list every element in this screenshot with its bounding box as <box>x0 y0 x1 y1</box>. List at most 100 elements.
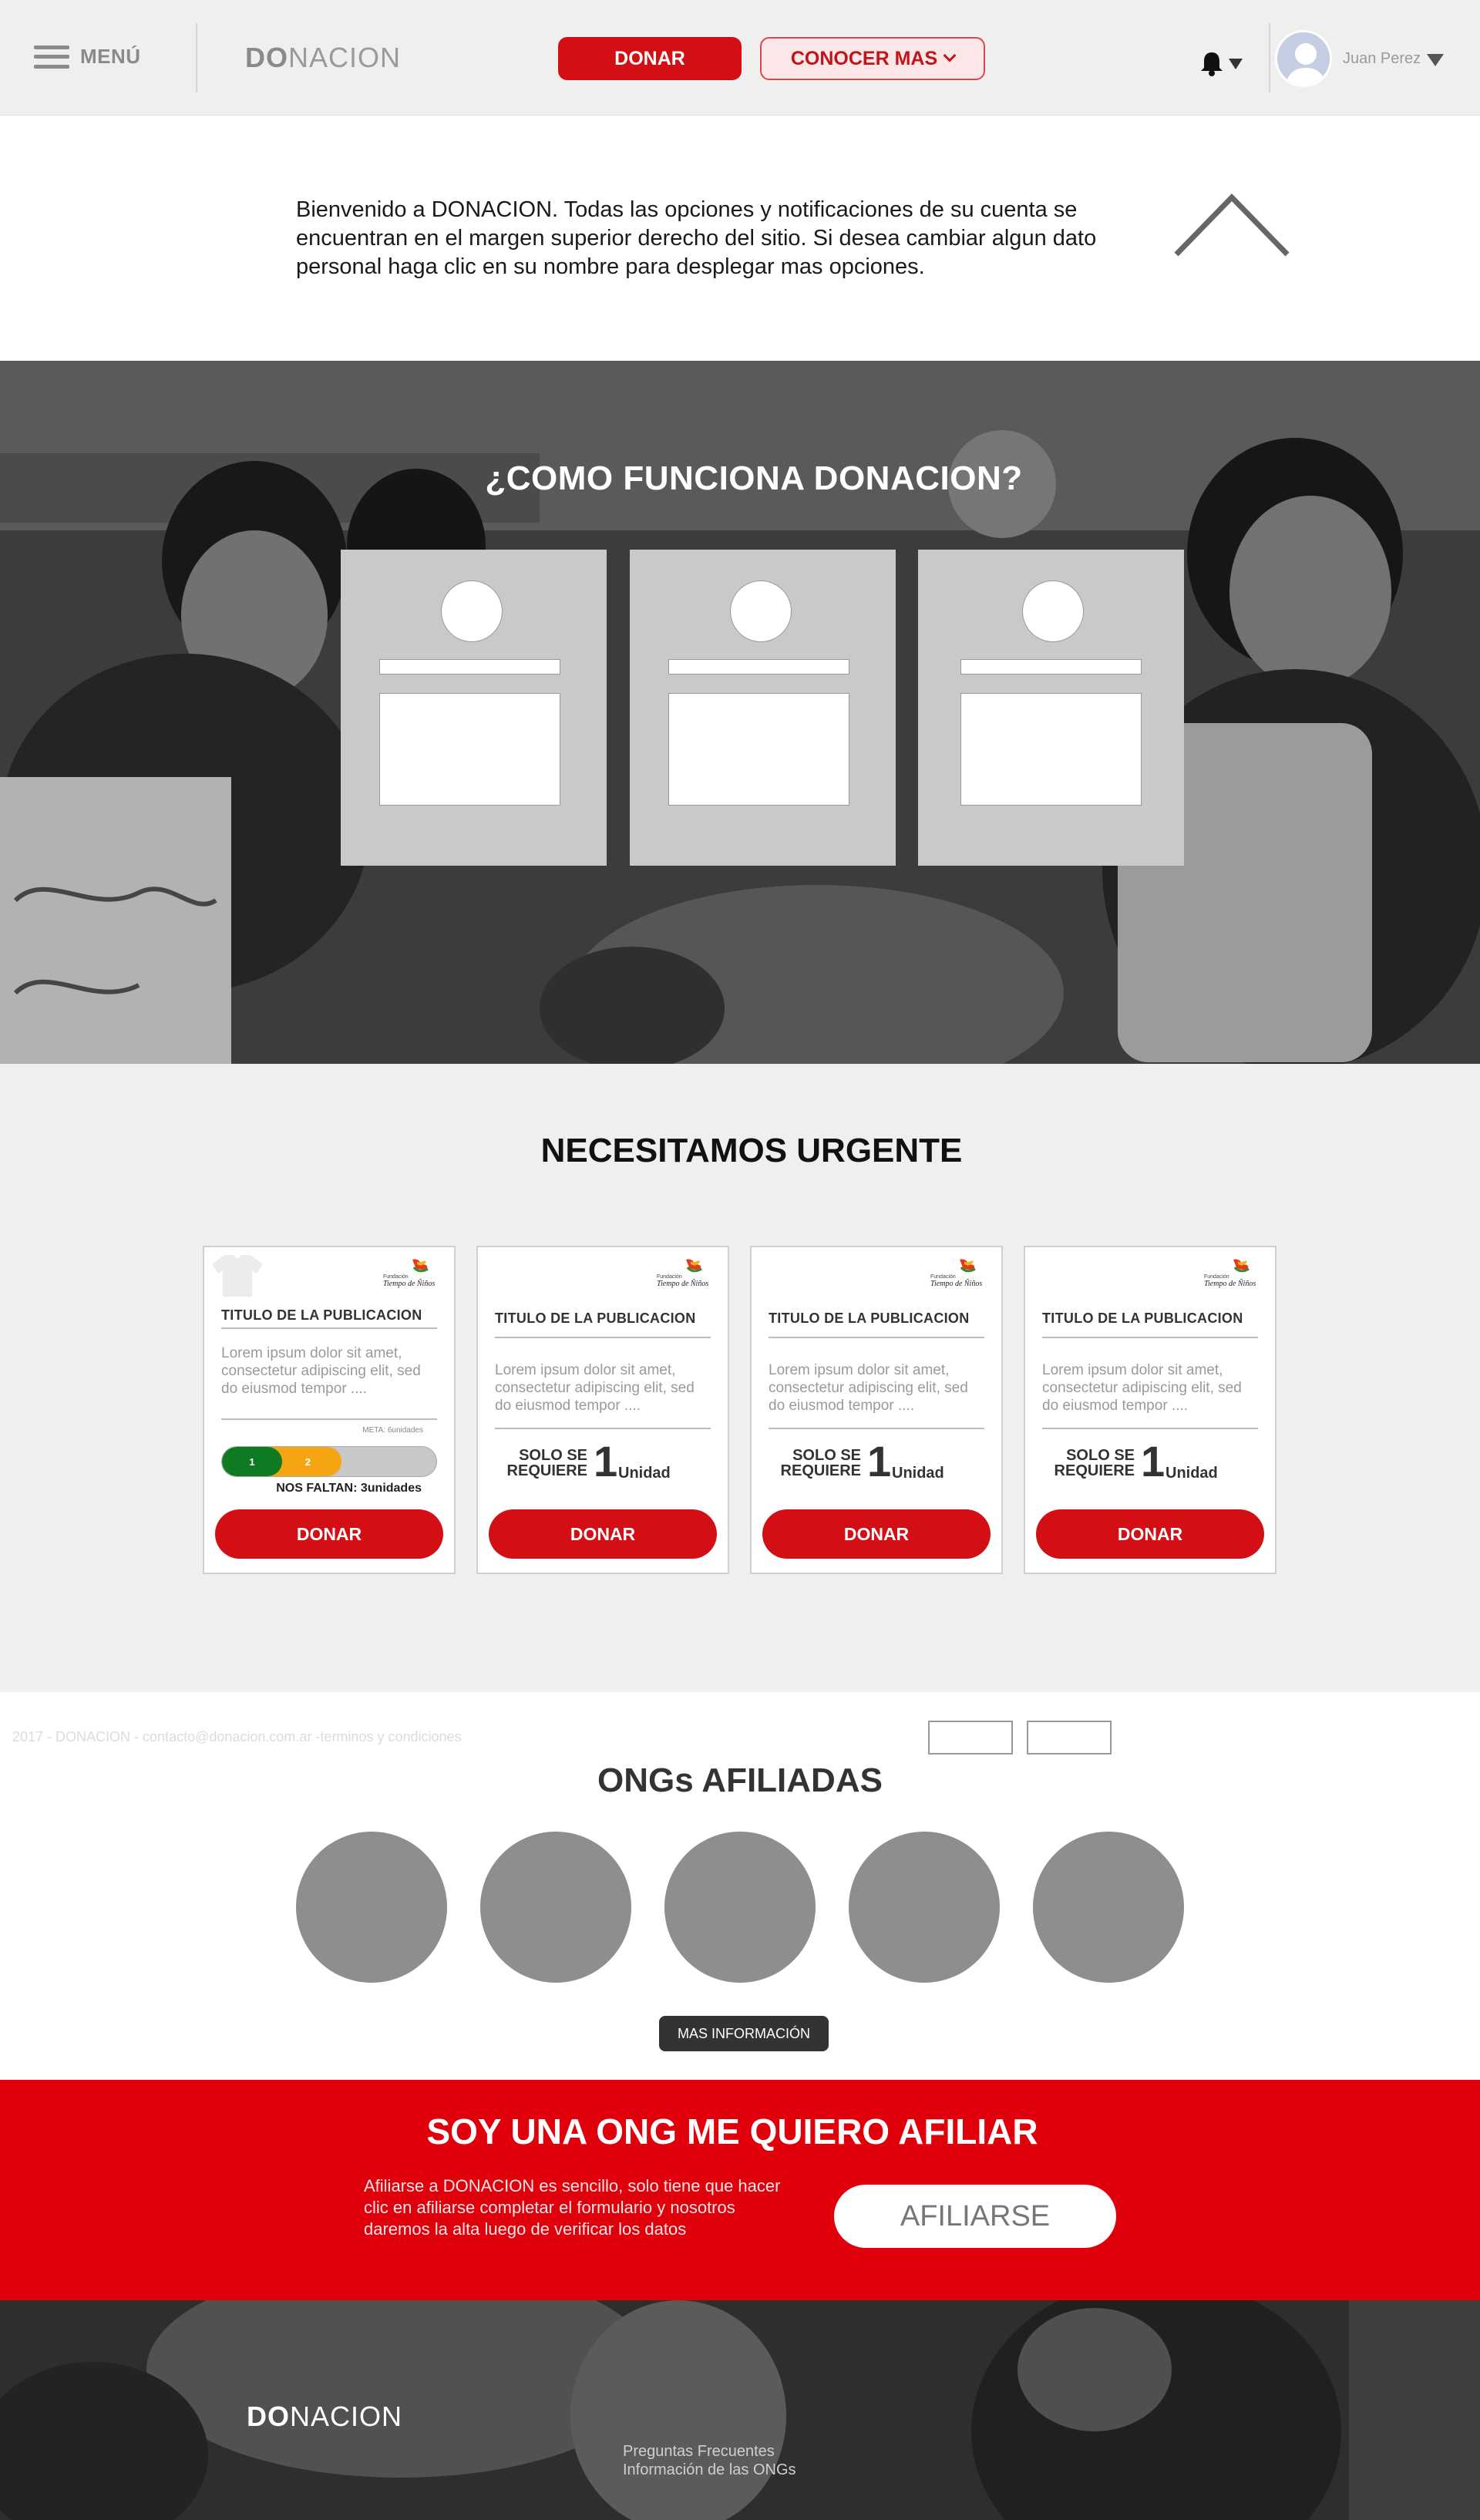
required-unit: Unidad <box>1166 1465 1218 1482</box>
divider <box>196 23 197 93</box>
donar-button[interactable]: DONAR <box>215 1509 443 1559</box>
goal-label: META: 6unidades <box>362 1426 423 1435</box>
placeholder-box <box>928 1721 1013 1755</box>
footer: DONACION Preguntas Frecuentes Informació… <box>0 2300 1480 2520</box>
svg-text:Tiempo de Ñiños: Tiempo de Ñiños <box>657 1279 708 1288</box>
footer-logo[interactable]: DONACION <box>247 2401 402 2433</box>
ong-logo-placeholder[interactable] <box>1033 1832 1184 1983</box>
top-navbar: MENÚ DONACION DONAR CONOCER MAS Juan Per… <box>0 0 1480 116</box>
ong-info-link[interactable]: Información de las ONGs <box>623 2461 796 2479</box>
publication-card: Fundación Tiempo de Ñiños TITULO DE LA P… <box>476 1246 729 1574</box>
remaining-units: NOS FALTAN: 3unidades <box>276 1482 422 1495</box>
required-label: SOLO SE REQUIERE <box>1054 1447 1135 1479</box>
notifications-button[interactable] <box>1199 49 1246 77</box>
step-title-placeholder <box>668 659 849 675</box>
donar-button[interactable]: DONAR <box>489 1509 717 1559</box>
step-card <box>630 550 896 866</box>
step-card <box>341 550 607 866</box>
svg-text:Tiempo de Ñiños: Tiempo de Ñiños <box>1204 1279 1256 1288</box>
user-avatar-icon <box>1277 32 1330 85</box>
step-icon-placeholder <box>441 580 503 642</box>
step-icon-placeholder <box>730 580 792 642</box>
required-quantity: 1 <box>594 1437 618 1485</box>
required-label: SOLO SE REQUIERE <box>506 1447 587 1479</box>
conocer-mas-dropdown[interactable]: CONOCER MAS <box>760 37 985 80</box>
donar-button[interactable]: DONAR <box>558 37 742 80</box>
caret-down-icon <box>1427 54 1445 66</box>
how-it-works-section: ¿COMO FUNCIONA DONACION? <box>0 361 1480 1064</box>
divider <box>769 1428 984 1429</box>
copyright-text: 2017 - DONACION - contacto@donacion.com.… <box>12 1729 462 1744</box>
required-unit: Unidad <box>892 1465 944 1482</box>
publication-card: Fundación Tiempo de Ñiños TITULO DE LA P… <box>203 1246 456 1574</box>
urgent-title: NECESITAMOS URGENTE <box>540 1132 963 1169</box>
svg-text:Tiempo de Ñiños: Tiempo de Ñiños <box>930 1279 982 1288</box>
mas-informacion-button[interactable]: MAS INFORMACIÓN <box>659 2016 829 2051</box>
divider <box>1042 1337 1258 1338</box>
svg-text:Fundación: Fundación <box>930 1274 956 1280</box>
svg-text:Tiempo de Ñiños: Tiempo de Ñiños <box>383 1279 435 1288</box>
placeholder-box <box>1027 1721 1112 1755</box>
publication-card: Fundación Tiempo de Ñiños TITULO DE LA P… <box>750 1246 1003 1574</box>
step-card <box>918 550 1184 866</box>
step-icon-placeholder <box>1022 580 1084 642</box>
publication-description: Lorem ipsum dolor sit amet, consectetur … <box>1042 1362 1242 1414</box>
divider <box>221 1327 437 1329</box>
ong-logo-icon: Fundación Tiempo de Ñiños <box>1204 1259 1256 1288</box>
publication-description: Lorem ipsum dolor sit amet, consectetur … <box>495 1362 695 1414</box>
divider <box>1269 23 1270 93</box>
user-name: Juan Perez <box>1343 49 1421 67</box>
required-quantity: 1 <box>1141 1437 1166 1485</box>
publication-description: Lorem ipsum dolor sit amet, consectetur … <box>769 1362 968 1414</box>
donation-progress-bar: 1 2 <box>221 1446 437 1477</box>
collapse-chevron-up-icon[interactable] <box>1170 185 1293 262</box>
bell-icon <box>1201 52 1243 76</box>
step-title-placeholder <box>960 659 1142 675</box>
affiliate-description: Afiliarse a DONACION es sencillo, solo t… <box>364 2176 781 2239</box>
ong-logo-placeholder[interactable] <box>849 1832 1000 1983</box>
ong-logo-placeholder[interactable] <box>296 1832 447 1983</box>
welcome-message: Bienvenido a DONACION. Todas las opcione… <box>296 197 1097 279</box>
tshirt-icon <box>212 1255 263 1297</box>
ongs-title: ONGs AFILIADAS <box>597 1761 883 1799</box>
step-text-placeholder <box>668 693 849 806</box>
how-it-works-title: ¿COMO FUNCIONA DONACION? <box>485 459 1023 497</box>
faq-link[interactable]: Preguntas Frecuentes <box>623 2442 796 2461</box>
children-background-photo <box>0 2300 1480 2520</box>
donar-button[interactable]: DONAR <box>1036 1509 1264 1559</box>
required-quantity: 1 <box>867 1437 892 1485</box>
publication-description: Lorem ipsum dolor sit amet, consectetur … <box>221 1345 421 1397</box>
user-menu[interactable]: Juan Perez <box>1275 29 1460 88</box>
svg-text:Fundación: Fundación <box>1204 1274 1229 1280</box>
publication-title: TITULO DE LA PUBLICACION <box>495 1310 696 1326</box>
chevron-down-icon <box>943 49 957 62</box>
divider <box>495 1337 711 1338</box>
progress-step-1: 1 <box>222 1447 282 1476</box>
afiliarse-button[interactable]: AFILIARSE <box>834 2185 1116 2248</box>
required-unit: Unidad <box>618 1465 671 1482</box>
ong-logo-icon: Fundación Tiempo de Ñiños <box>383 1259 435 1288</box>
hamburger-icon <box>34 45 69 69</box>
step-text-placeholder <box>960 693 1142 806</box>
divider <box>769 1337 984 1338</box>
publication-title: TITULO DE LA PUBLICACION <box>221 1307 422 1323</box>
ong-logo-icon: Fundación Tiempo de Ñiños <box>657 1259 708 1288</box>
site-logo[interactable]: DONACION <box>245 42 401 74</box>
urgent-needs-section: NECESITAMOS URGENTE Fundación Tiempo de … <box>0 1064 1480 1692</box>
menu-button[interactable]: MENÚ <box>34 45 141 69</box>
step-text-placeholder <box>379 693 560 806</box>
publication-card: Fundación Tiempo de Ñiños TITULO DE LA P… <box>1024 1246 1276 1574</box>
ong-logo-icon: Fundación Tiempo de Ñiños <box>930 1259 982 1288</box>
required-label: SOLO SE REQUIERE <box>780 1447 861 1479</box>
footer-links: Preguntas Frecuentes Información de las … <box>623 2442 796 2479</box>
divider <box>495 1428 711 1429</box>
ong-logo-placeholder[interactable] <box>664 1832 816 1983</box>
svg-text:Fundación: Fundación <box>657 1274 682 1280</box>
publication-title: TITULO DE LA PUBLICACION <box>1042 1310 1243 1326</box>
affiliate-banner: SOY UNA ONG ME QUIERO AFILIAR Afiliarse … <box>0 2080 1480 2300</box>
menu-label: MENÚ <box>80 45 141 68</box>
publication-title: TITULO DE LA PUBLICACION <box>769 1310 970 1326</box>
ong-logo-placeholder[interactable] <box>480 1832 631 1983</box>
affiliate-title: SOY UNA ONG ME QUIERO AFILIAR <box>426 2111 1038 2152</box>
donar-button[interactable]: DONAR <box>762 1509 991 1559</box>
